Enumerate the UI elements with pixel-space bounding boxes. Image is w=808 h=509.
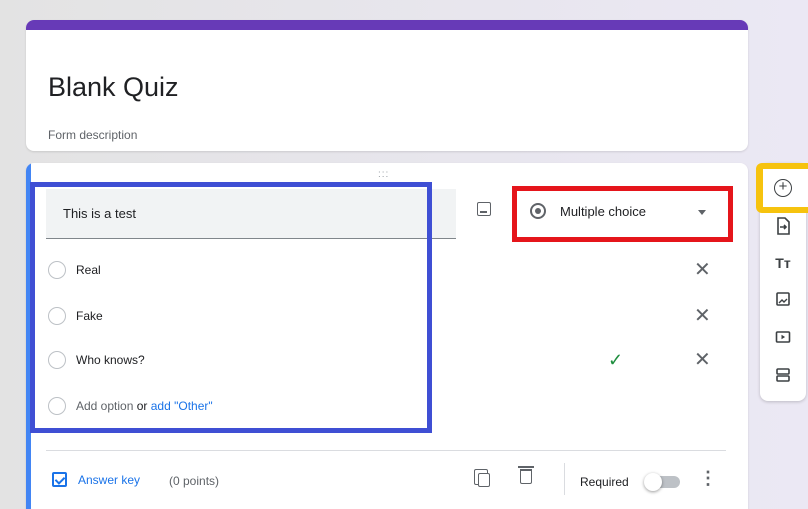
form-header-card: Blank Quiz Form description	[26, 20, 748, 151]
add-image-icon[interactable]	[774, 291, 792, 309]
question-footer: Answer key (0 points) Required ⋮	[26, 463, 748, 495]
form-description-field[interactable]: Form description	[48, 128, 137, 142]
delete-icon[interactable]	[518, 466, 534, 484]
radio-circle-icon	[48, 307, 66, 325]
radio-circle-icon	[48, 351, 66, 369]
option-label[interactable]: Who knows?	[76, 353, 145, 367]
form-title[interactable]: Blank Quiz	[48, 72, 179, 103]
option-row[interactable]: Who knows?	[48, 349, 408, 371]
option-label[interactable]: Real	[76, 263, 101, 277]
add-image-icon[interactable]	[477, 202, 491, 216]
points-label: (0 points)	[169, 474, 220, 488]
question-type-label: Multiple choice	[560, 204, 646, 219]
required-toggle-knob[interactable]	[644, 473, 662, 491]
option-label[interactable]: Fake	[76, 309, 103, 323]
duplicate-icon[interactable]	[474, 469, 490, 487]
radio-button-icon	[530, 203, 546, 219]
add-title-icon[interactable]: Tт	[774, 254, 792, 272]
add-section-icon[interactable]	[774, 367, 792, 385]
add-option-line: Add option or add "Other"	[76, 399, 213, 413]
radio-circle-icon	[48, 261, 66, 279]
question-title-text: This is a test	[63, 206, 136, 221]
add-option-button[interactable]: Add option	[76, 399, 133, 413]
remove-option-icon[interactable]: ✕	[694, 306, 711, 326]
radio-circle-icon	[48, 397, 66, 415]
answer-key-button[interactable]: Answer key	[78, 473, 140, 487]
or-text: or	[136, 399, 148, 413]
more-options-icon[interactable]: ⋮	[699, 467, 717, 489]
answer-key-icon[interactable]	[52, 472, 67, 487]
footer-divider	[46, 450, 726, 451]
add-option-row[interactable]: Add option or add "Other"	[48, 395, 408, 417]
import-questions-icon[interactable]	[774, 217, 792, 235]
add-video-icon[interactable]	[774, 329, 792, 347]
add-other-link[interactable]: add "Other"	[151, 399, 213, 413]
active-question-indicator	[26, 163, 31, 509]
chevron-down-icon	[698, 210, 706, 215]
add-question-icon[interactable]: +	[774, 179, 792, 197]
theme-accent-bar	[26, 20, 748, 30]
remove-option-icon[interactable]: ✕	[694, 260, 711, 280]
required-label: Required	[580, 475, 629, 489]
correct-answer-check-icon: ✓	[608, 350, 624, 370]
option-row[interactable]: Fake	[48, 305, 408, 327]
remove-option-icon[interactable]: ✕	[694, 350, 711, 370]
question-title-input[interactable]: This is a test	[46, 189, 456, 239]
question-card[interactable]: ::: This is a test Multiple choice Real …	[26, 163, 748, 509]
question-type-dropdown[interactable]: Multiple choice	[520, 191, 720, 235]
option-row[interactable]: Real	[48, 259, 408, 281]
drag-handle-icon[interactable]: :::	[378, 169, 389, 180]
footer-vertical-divider	[564, 463, 565, 495]
